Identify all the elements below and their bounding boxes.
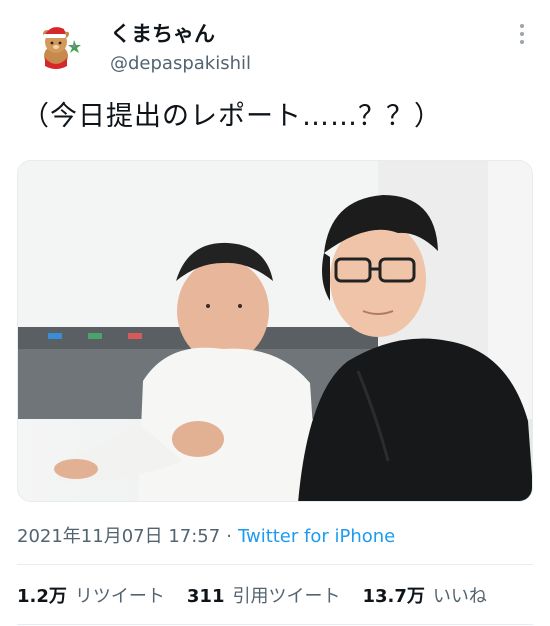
source-link[interactable]: Twitter for iPhone [238, 526, 395, 547]
tweet-photo[interactable] [17, 160, 533, 502]
dot [520, 24, 524, 28]
tweet-text: （今日提出のレポート……？？） [22, 101, 442, 132]
likes-count: 13.7万 [362, 586, 425, 607]
likes-label: いいね [432, 586, 487, 607]
quotes-count: 311 [186, 586, 225, 607]
avatar[interactable] [30, 20, 84, 74]
retweets-label: リツイート [74, 586, 165, 607]
dot [520, 40, 524, 44]
divider [17, 624, 533, 625]
quotes-label: 引用ツイート [232, 586, 341, 607]
more-options-icon[interactable] [510, 20, 534, 48]
bear-santa-avatar-icon [30, 20, 84, 74]
divider [17, 564, 533, 565]
photo-image [18, 161, 532, 501]
timestamp[interactable]: 2021年11月07日 17:57 [17, 526, 220, 547]
retweets-count: 1.2万 [17, 586, 67, 607]
display-name[interactable]: くまちゃん [110, 18, 215, 48]
tweet-stats: 1.2万 リツイート 311 引用ツイート 13.7万 いいね [17, 582, 487, 608]
likes-stat[interactable]: 13.7万 いいね [362, 582, 486, 608]
retweets-stat[interactable]: 1.2万 リツイート [17, 582, 165, 608]
dot [520, 32, 524, 36]
tweet-meta: 2021年11月07日 17:57 · Twitter for iPhone [17, 522, 395, 548]
user-handle[interactable]: @depaspakishil [110, 53, 251, 74]
meta-separator: · [226, 526, 232, 547]
quotes-stat[interactable]: 311 引用ツイート [187, 582, 341, 608]
tweet-header: くまちゃん @depaspakishil [0, 0, 550, 90]
